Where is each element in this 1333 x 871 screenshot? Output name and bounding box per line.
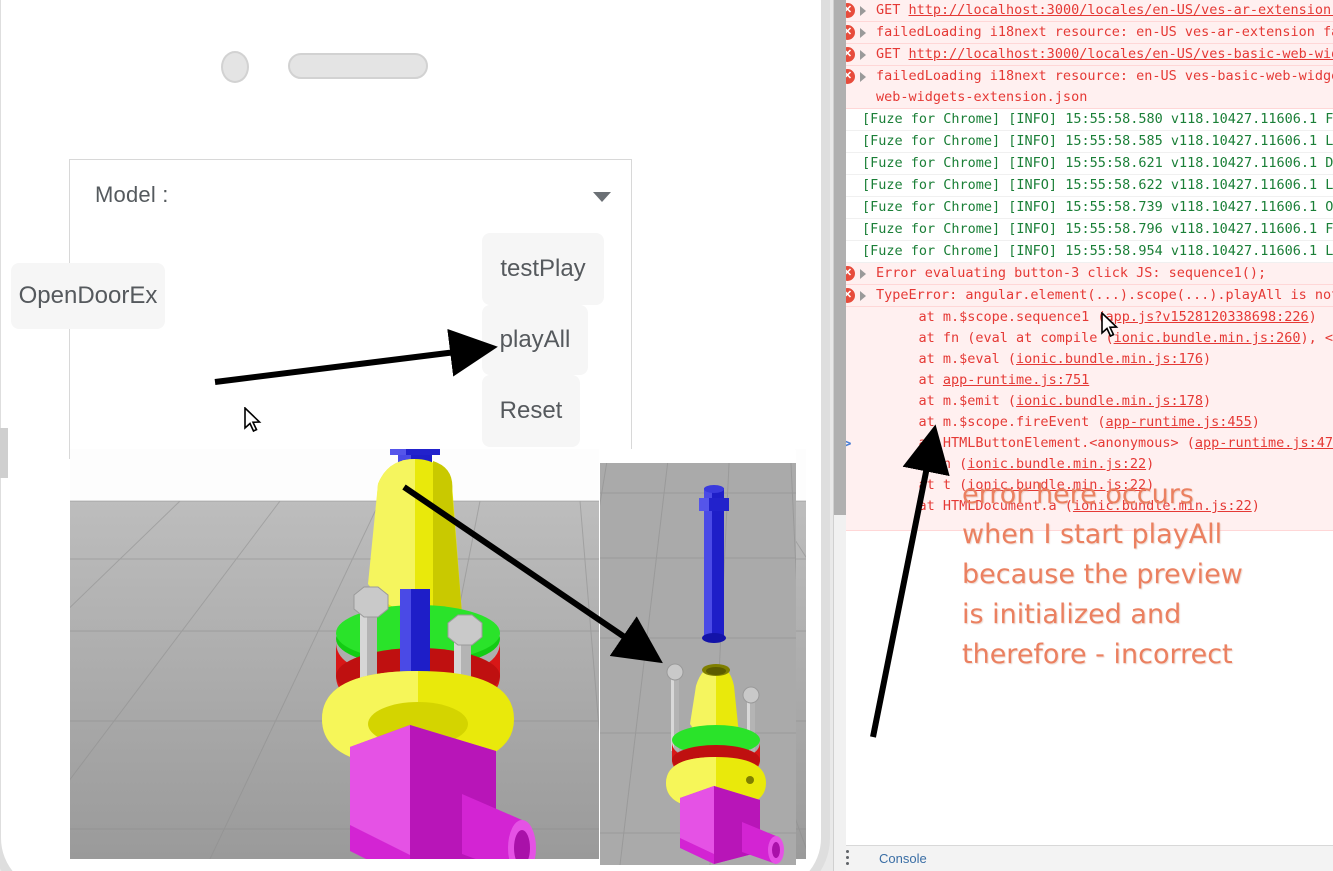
stack-frame-segment: at m.$emit (	[886, 393, 1017, 409]
log-text: [Fuze for Chrome] [INFO] 15:55:58.954 v1…	[862, 243, 1333, 259]
log-text: [Fuze for Chrome] [INFO] 15:55:58.796 v1…	[862, 221, 1333, 237]
log-segment: [Fuze for Chrome] [INFO] 15:55:58.580 v1…	[862, 111, 1333, 127]
log-segment: [Fuze for Chrome] [INFO] 15:55:58.954 v1…	[862, 243, 1333, 259]
mouse-cursor-console	[1101, 312, 1119, 338]
log-text: GET http://localhost:3000/locales/en-US/…	[862, 0, 1333, 21]
log-segment: GET	[876, 2, 909, 18]
annotation-line: because the preview	[962, 559, 1243, 590]
log-text: [Fuze for Chrome] [INFO] 15:55:58.739 v1…	[862, 199, 1333, 215]
annotation-note: error here occurs when I start playAll bec…	[962, 475, 1302, 675]
stack-frame-segment: )	[1202, 351, 1212, 367]
stack-frame-segment[interactable]: app-runtime.js:455	[1105, 414, 1251, 430]
expand-triangle-icon[interactable]	[860, 72, 866, 82]
console-info-row[interactable]: [Fuze for Chrome] [INFO] 15:55:58.580 v1…	[834, 109, 1333, 131]
console-info-row[interactable]: [Fuze for Chrome] [INFO] 15:55:58.622 v1…	[834, 175, 1333, 197]
stack-frame-segment[interactable]: app.js?v1528120338698:226	[1105, 309, 1308, 325]
console-error-row[interactable]: ✕ GET http://localhost:3000/locales/en-US…	[834, 0, 1333, 22]
model-preview-panel[interactable]	[600, 450, 796, 865]
console-info-row[interactable]: [Fuze for Chrome] [INFO] 15:55:58.585 v1…	[834, 131, 1333, 153]
stack-frame-segment: )	[1251, 414, 1260, 430]
log-segment[interactable]: http://localhost:3000/locales/en-US/ves-…	[909, 2, 1333, 18]
stack-frame-segment: at t (	[886, 477, 968, 493]
model-label: Model :	[95, 182, 169, 207]
tab-console[interactable]: Console	[879, 851, 927, 866]
reset-button[interactable]: Reset	[482, 375, 580, 447]
stack-frame-segment: )	[1202, 393, 1212, 409]
annotation-line: when I start playAll	[962, 519, 1223, 550]
devtools-console-panel[interactable]: ✕ GET http://localhost:3000/locales/en-US…	[833, 0, 1333, 871]
log-segment[interactable]: http://localhost:3000/locales/en-US/ves-…	[909, 46, 1333, 62]
stack-frame-segment[interactable]: ionic.bundle.min.js:260	[1114, 330, 1301, 346]
console-error-row[interactable]: ✕ Error evaluating button-3 click JS: seq…	[834, 263, 1333, 285]
expand-triangle-icon[interactable]	[860, 291, 866, 301]
log-segment: [Fuze for Chrome] [INFO] 15:55:58.585 v1…	[862, 133, 1333, 149]
log-segment: failedLoading i18next resource: en-US ve…	[876, 24, 1333, 40]
stack-frame-segment: ), <anonymous>:	[1300, 330, 1333, 346]
console-info-row[interactable]: [Fuze for Chrome] [INFO] 15:55:58.796 v1…	[834, 219, 1333, 241]
log-text: Error evaluating button-3 click JS: sequ…	[862, 263, 1266, 284]
log-text: failedLoading i18next resource: en-US ve…	[862, 66, 1333, 87]
console-error-row[interactable]: ✕ GET http://localhost:3000/locales/en-US…	[834, 44, 1333, 66]
log-text: [Fuze for Chrome] [INFO] 15:55:58.622 v1…	[862, 177, 1333, 193]
phone-speaker-icon	[288, 53, 428, 79]
log-text: TypeError: angular.element(...).scope(..…	[862, 285, 1333, 306]
log-segment: [Fuze for Chrome] [INFO] 15:55:58.621 v1…	[862, 155, 1333, 171]
expand-triangle-icon[interactable]	[860, 50, 866, 60]
stack-frame-segment: at m.$scope.sequence1 (	[886, 309, 1106, 325]
annotation-line: therefore - incorrect	[962, 639, 1233, 670]
stack-frame-segment[interactable]: ionic.bundle.min.js:178	[1016, 393, 1203, 409]
stack-frame-segment[interactable]: ionic.bundle.min.js:22	[967, 456, 1146, 472]
phone-camera-icon	[221, 51, 249, 83]
stack-frame-segment: at m.$scope.fireEvent (	[886, 414, 1106, 430]
valve-assembly-model	[322, 449, 536, 859]
open-door-button[interactable]: OpenDoorEx	[11, 263, 165, 329]
test-play-button[interactable]: testPlay	[482, 233, 604, 305]
console-error-row[interactable]: ✕ failedLoading i18next resource: en-US v…	[834, 66, 1333, 109]
expand-triangle-icon[interactable]	[860, 6, 866, 16]
console-info-row[interactable]: [Fuze for Chrome] [INFO] 15:55:58.621 v1…	[834, 153, 1333, 175]
log-segment: Error evaluating button-3 click JS: sequ…	[876, 265, 1267, 281]
console-error-row[interactable]: ✕ TypeError: angular.element(...).scope(.…	[834, 285, 1333, 307]
chevron-down-icon[interactable]	[593, 192, 611, 202]
log-segment: [Fuze for Chrome] [INFO] 15:55:58.622 v1…	[862, 177, 1333, 193]
log-text: [Fuze for Chrome] [INFO] 15:55:58.621 v1…	[862, 155, 1333, 171]
log-segment: GET	[876, 46, 909, 62]
devtools-bottom-bar: Console	[834, 845, 1333, 871]
annotation-line: is initialized and	[962, 599, 1182, 630]
mouse-cursor-viewport	[244, 407, 262, 433]
console-scrollbar-track[interactable]	[834, 0, 846, 871]
log-text: GET http://localhost:3000/locales/en-US/…	[862, 44, 1333, 65]
expand-triangle-icon[interactable]	[860, 269, 866, 279]
log-text: [Fuze for Chrome] [INFO] 15:55:58.580 v1…	[862, 111, 1333, 127]
log-segment: [Fuze for Chrome] [INFO] 15:55:58.796 v1…	[862, 221, 1333, 237]
preview-valve-model	[666, 485, 784, 864]
console-scrollbar-thumb[interactable]	[834, 0, 846, 515]
expand-triangle-icon[interactable]	[860, 28, 866, 38]
console-prompt-row[interactable]: >	[834, 434, 1333, 456]
stack-frame-segment: )	[1146, 456, 1155, 472]
log-text: failedLoading i18next resource: en-US ve…	[862, 22, 1333, 43]
stack-frame-segment: )	[1308, 309, 1317, 325]
play-all-button[interactable]: playAll	[482, 305, 588, 375]
stack-frame-segment: at m.$eval (	[886, 351, 1017, 367]
log-segment: [Fuze for Chrome] [INFO] 15:55:58.739 v1…	[862, 199, 1333, 215]
log-text: [Fuze for Chrome] [INFO] 15:55:58.585 v1…	[862, 133, 1333, 149]
annotation-line: error here occurs	[962, 479, 1194, 510]
page-left-edge	[0, 428, 8, 478]
three-dots-vertical-icon[interactable]	[846, 850, 850, 868]
preview-top-edge	[600, 450, 796, 463]
stack-frame-segment: at	[886, 372, 943, 388]
log-segment: failedLoading i18next resource: en-US ve…	[876, 68, 1333, 84]
stack-frame-segment[interactable]: app-runtime.js:751	[943, 372, 1089, 388]
viewport-bottom-strip	[160, 860, 280, 871]
log-text-continuation: web-widgets-extension.json	[876, 89, 1088, 105]
console-info-row[interactable]: [Fuze for Chrome] [INFO] 15:55:58.739 v1…	[834, 197, 1333, 219]
log-segment: TypeError: angular.element(...).scope(..…	[876, 287, 1333, 303]
console-error-row[interactable]: ✕ failedLoading i18next resource: en-US v…	[834, 22, 1333, 44]
stack-frame-segment[interactable]: ionic.bundle.min.js:176	[1016, 351, 1203, 367]
model-selector-row[interactable]: Model :	[70, 160, 633, 236]
console-info-row[interactable]: [Fuze for Chrome] [INFO] 15:55:58.954 v1…	[834, 241, 1333, 263]
stack-frame-segment: at fn (eval at compile (	[886, 330, 1114, 346]
stack-frame-segment: at n (	[886, 456, 968, 472]
